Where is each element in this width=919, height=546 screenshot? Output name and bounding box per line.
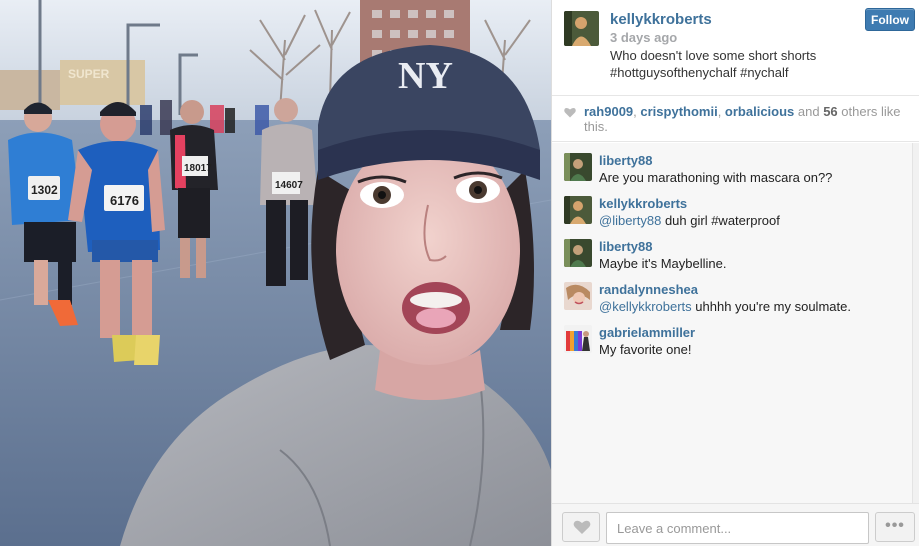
like-button[interactable]: [562, 512, 600, 542]
comment-input[interactable]: [606, 512, 869, 544]
cap-logo-text: NY: [398, 55, 453, 97]
post-caption: Who doesn't love some short shorts #hott…: [610, 47, 850, 81]
selfie-marathon-image: SUPER 1302 6176 18017 14607 NY: [0, 0, 551, 546]
more-dots-icon: •••: [885, 517, 905, 534]
likes-count[interactable]: 56: [823, 104, 837, 119]
comment-footer: •••: [552, 503, 919, 546]
likes-and: and: [794, 104, 824, 119]
comment-item: randalynneshea @kellykkroberts uhhhh you…: [552, 272, 912, 315]
runner-bib-4: 14607: [275, 180, 303, 191]
comment-mention[interactable]: @liberty88: [599, 213, 661, 228]
comment-item: liberty88 Are you marathoning with masca…: [552, 143, 912, 186]
likes-text: rah9009, crispythomii, orbalicious and 5…: [584, 104, 904, 134]
liker-link-2[interactable]: crispythomii: [640, 104, 717, 119]
post-timestamp: 3 days ago: [610, 30, 678, 45]
commenter-avatar[interactable]: [564, 325, 592, 353]
liker-link-3[interactable]: orbalicious: [725, 104, 794, 119]
store-sign-text: SUPER: [68, 67, 110, 81]
follow-button[interactable]: Follow: [865, 8, 915, 31]
commenter-username[interactable]: liberty88: [599, 153, 652, 168]
comment-item: liberty88 Maybe it's Maybelline.: [552, 229, 912, 272]
comment-text: Are you marathoning with mascara on??: [599, 170, 833, 185]
post-side-panel: kellykkroberts 3 days ago Who doesn't lo…: [551, 0, 919, 546]
owner-username-link[interactable]: kellykkroberts: [610, 11, 712, 28]
comment-text: @kellykkroberts uhhhh you're my soulmate…: [599, 299, 851, 314]
comment-text: Maybe it's Maybelline.: [599, 256, 727, 271]
comment-item: gabrielammiller My favorite one!: [552, 315, 912, 358]
heart-icon: [564, 107, 576, 118]
caption-hashtags[interactable]: #hottguysofthenychalf #nychalf: [610, 64, 850, 81]
runner-bib-2: 6176: [110, 193, 139, 208]
owner-avatar[interactable]: [564, 11, 599, 46]
comment-text: @liberty88 duh girl #waterproof: [599, 213, 780, 228]
commenter-username[interactable]: gabrielammiller: [599, 325, 695, 340]
comments-list: liberty88 Are you marathoning with masca…: [552, 143, 912, 503]
commenter-username[interactable]: randalynneshea: [599, 282, 698, 297]
more-options-button[interactable]: •••: [875, 512, 915, 542]
comment-mention[interactable]: @kellykkroberts: [599, 299, 692, 314]
comments-scrollbar[interactable]: [912, 143, 919, 503]
runner-bib-3: 18017: [184, 163, 212, 174]
commenter-username[interactable]: kellykkroberts: [599, 196, 687, 211]
comment-body: duh girl #waterproof: [661, 213, 780, 228]
heart-icon: [573, 520, 591, 534]
likes-summary: rah9009, crispythomii, orbalicious and 5…: [552, 96, 919, 142]
post-photo[interactable]: SUPER 1302 6176 18017 14607 NY: [0, 0, 551, 546]
liker-link-1[interactable]: rah9009: [584, 104, 633, 119]
post-header: kellykkroberts 3 days ago Who doesn't lo…: [552, 0, 919, 96]
commenter-username[interactable]: liberty88: [599, 239, 652, 254]
commenter-avatar[interactable]: [564, 239, 592, 267]
commenter-avatar[interactable]: [564, 153, 592, 181]
commenter-avatar[interactable]: [564, 196, 592, 224]
comment-body: uhhhh you're my soulmate.: [691, 299, 851, 314]
comment-item: kellykkroberts @liberty88 duh girl #wate…: [552, 186, 912, 229]
commenter-avatar[interactable]: [564, 282, 592, 310]
likes-sep-2: ,: [717, 104, 725, 119]
comment-text: My favorite one!: [599, 342, 692, 357]
runner-bib-1: 1302: [31, 183, 58, 197]
caption-line-1: Who doesn't love some short shorts: [610, 48, 817, 63]
